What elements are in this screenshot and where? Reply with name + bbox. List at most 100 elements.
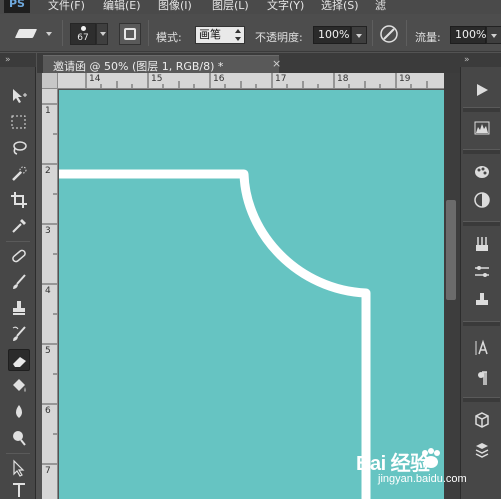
- ruler-label: 4: [45, 286, 51, 296]
- ruler-label: 14: [89, 74, 101, 84]
- divider: [6, 453, 30, 454]
- type-icon: [13, 483, 25, 497]
- brush-panel-toggle[interactable]: [119, 23, 141, 45]
- divider: [62, 20, 63, 46]
- horizontal-ruler: 14 15 16 17 18 19: [42, 73, 444, 89]
- close-icon[interactable]: ×: [272, 57, 281, 70]
- ruler-label: 3: [45, 226, 51, 236]
- quick-select-tool[interactable]: [8, 163, 30, 185]
- ruler-label: 7: [45, 466, 51, 476]
- clone-source-panel-button[interactable]: [471, 261, 493, 283]
- mode-value: 画笔: [199, 28, 221, 41]
- eraser-tool[interactable]: [8, 349, 30, 371]
- spot-heal-tool[interactable]: [8, 245, 30, 267]
- divider: [463, 321, 500, 326]
- dodge-icon: [13, 431, 26, 446]
- ruler-label: 17: [275, 74, 287, 84]
- divider: [463, 107, 500, 112]
- collapse-chevron-icon[interactable]: »: [5, 55, 11, 65]
- marquee-tool[interactable]: [8, 111, 30, 133]
- quick-select-icon: [12, 166, 27, 181]
- character-panel-button[interactable]: [471, 337, 493, 359]
- opacity-dropdown-button[interactable]: [351, 26, 367, 44]
- brush-panel-icon: [124, 28, 136, 40]
- ruler-label: 18: [337, 74, 349, 84]
- document-tab[interactable]: 邀请函 @ 50% (图层 1, RGB/8) * ×: [43, 55, 281, 73]
- mode-label: 模式:: [156, 31, 182, 44]
- brush-presets-icon: [476, 237, 488, 251]
- brush-presets-panel-button[interactable]: [471, 233, 493, 255]
- divider: [6, 241, 30, 242]
- menu-layer[interactable]: 图层(L): [212, 0, 249, 13]
- select-arrows-icon: [235, 29, 241, 41]
- histogram-panel-button[interactable]: [471, 117, 493, 139]
- lasso-tool[interactable]: [8, 137, 30, 159]
- menu-select[interactable]: 选择(S): [321, 0, 359, 13]
- swatches-panel-button[interactable]: [471, 161, 493, 183]
- brush-icon: [13, 274, 26, 289]
- opacity-input[interactable]: 100%: [313, 26, 351, 44]
- menu-image[interactable]: 图像(I): [158, 0, 192, 13]
- ruler-label: 15: [151, 74, 163, 84]
- brush-tool[interactable]: [8, 271, 30, 293]
- ruler-label: 19: [399, 74, 411, 84]
- document-tab-strip: 邀请函 @ 50% (图层 1, RGB/8) * ×: [37, 53, 460, 73]
- tool-preset-picker[interactable]: [14, 25, 56, 43]
- panel-dock: [460, 67, 501, 499]
- adjustments-panel-button[interactable]: [471, 189, 493, 211]
- tools-panel: [0, 67, 36, 499]
- divider: [463, 221, 500, 226]
- vertical-scrollbar-thumb[interactable]: [446, 200, 456, 300]
- ruler-origin[interactable]: [42, 73, 58, 89]
- ruler-ticks: [85, 73, 428, 88]
- clone-stamp-icon: [13, 301, 25, 315]
- menu-file[interactable]: 文件(F): [48, 0, 85, 13]
- type-tool[interactable]: [8, 479, 30, 499]
- eyedropper-tool[interactable]: [8, 215, 30, 237]
- vertical-ruler: 1 2 3 4 5 6 7: [42, 89, 58, 499]
- menu-type[interactable]: 文字(Y): [267, 0, 304, 13]
- brush-dropdown-button[interactable]: [96, 23, 108, 45]
- pressure-opacity-toggle[interactable]: [378, 23, 400, 45]
- move-tool[interactable]: [8, 85, 30, 107]
- ruler-label: 16: [213, 74, 225, 84]
- photoshop-logo: PS: [4, 0, 30, 13]
- paint-bucket-tool[interactable]: [8, 375, 30, 397]
- document-canvas[interactable]: [59, 90, 444, 499]
- flow-dropdown-button[interactable]: [486, 26, 501, 44]
- divider: [463, 149, 500, 154]
- paragraph-panel-button[interactable]: [471, 367, 493, 389]
- opacity-label: 不透明度:: [255, 31, 303, 44]
- collapse-chevron-icon[interactable]: »: [464, 55, 470, 65]
- brush-size: 67: [77, 33, 89, 43]
- history-brush-tool[interactable]: [8, 323, 30, 345]
- divider: [372, 20, 373, 46]
- menu-filter[interactable]: 滤: [375, 0, 386, 13]
- brush-tip-icon: [81, 26, 86, 31]
- crop-tool[interactable]: [8, 189, 30, 211]
- history-brush-icon: [12, 326, 26, 341]
- 3d-panel-button[interactable]: [471, 409, 493, 431]
- swatches-icon: [475, 166, 489, 178]
- actions-panel-button[interactable]: [471, 79, 493, 101]
- tool-presets-panel-button[interactable]: [471, 289, 493, 311]
- watermark-logo-text: Bai 经验: [356, 453, 430, 475]
- clone-stamp-tool[interactable]: [8, 297, 30, 319]
- move-icon: [13, 89, 27, 103]
- divider: [406, 20, 407, 46]
- stamp-icon: [476, 293, 488, 305]
- sliders-icon: [475, 266, 489, 277]
- histogram-icon: [474, 121, 490, 135]
- white-stroke-path: [59, 169, 371, 499]
- blur-tool[interactable]: [8, 401, 30, 423]
- menu-edit[interactable]: 编辑(E): [103, 0, 141, 13]
- toolbar-header: »: [0, 53, 36, 67]
- watermark-url: jingyan.baidu.com: [378, 473, 467, 485]
- paint-bucket-icon: [13, 379, 26, 392]
- mode-select[interactable]: 画笔: [195, 26, 245, 44]
- flow-input[interactable]: 100%: [450, 26, 486, 44]
- path-select-tool[interactable]: [8, 457, 30, 479]
- dodge-tool[interactable]: [8, 427, 30, 449]
- cube-icon: [475, 412, 489, 428]
- brush-preset-picker[interactable]: 67: [70, 23, 96, 45]
